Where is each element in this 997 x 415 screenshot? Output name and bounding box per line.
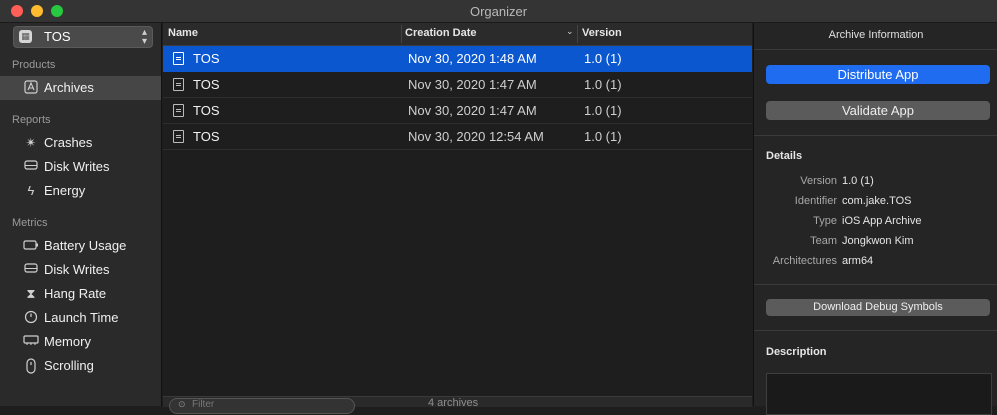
table-header: Name Creation Date ⌄ Version <box>163 23 752 46</box>
column-header-version[interactable]: Version <box>582 27 622 39</box>
table-row[interactable]: TOS Nov 30, 2020 1:47 AM 1.0 (1) <box>163 72 752 98</box>
archive-name: TOS <box>193 51 220 66</box>
detail-value-type: iOS App Archive <box>842 215 922 227</box>
sidebar-item-hang-rate[interactable]: ⧗ Hang Rate <box>0 282 161 306</box>
detail-value-version: 1.0 (1) <box>842 175 874 187</box>
description-field[interactable] <box>766 373 992 415</box>
divider <box>754 284 997 285</box>
sidebar-item-label: Disk Writes <box>44 262 110 277</box>
bolt-icon: ϟ <box>27 183 35 198</box>
filter-placeholder: Filter <box>192 399 215 410</box>
hourglass-icon: ⧗ <box>26 286 36 301</box>
detail-key-team: Team <box>810 235 837 247</box>
sidebar-item-label: Archives <box>44 80 94 95</box>
sidebar-item-label: Memory <box>44 334 91 349</box>
column-header-name[interactable]: Name <box>168 27 198 39</box>
scheme-selector-label: TOS <box>44 29 71 44</box>
inspector-panel: Archive Information Distribute App Valid… <box>753 23 997 415</box>
sidebar-item-label: Energy <box>44 183 86 198</box>
archive-icon <box>23 80 39 96</box>
archive-name: TOS <box>193 129 220 144</box>
inspector-header: Archive Information <box>754 23 997 50</box>
crash-burst-icon: ✴ <box>25 135 37 150</box>
section-products: Products <box>12 59 56 71</box>
sidebar-item-label: Launch Time <box>44 310 119 325</box>
scheme-selector[interactable]: ▦ TOS ▴ ▾ <box>13 26 153 48</box>
column-divider[interactable] <box>401 25 402 43</box>
sidebar-item-label: Disk Writes <box>44 159 110 174</box>
archive-name: TOS <box>193 103 220 118</box>
archive-document-icon <box>173 104 184 117</box>
sidebar-item-memory[interactable]: Memory <box>0 330 161 354</box>
sidebar-item-label: Crashes <box>44 135 93 150</box>
divider <box>754 330 997 331</box>
sidebar-item-label: Hang Rate <box>44 286 107 301</box>
archive-version: 1.0 (1) <box>584 103 622 118</box>
validate-app-button[interactable]: Validate App <box>766 101 990 120</box>
archive-name: TOS <box>193 77 220 92</box>
sidebar-item-disk-writes-metrics[interactable]: Disk Writes <box>0 258 161 282</box>
distribute-app-button[interactable]: Distribute App <box>766 65 990 84</box>
memory-chip-icon <box>23 334 39 350</box>
archive-date: Nov 30, 2020 1:47 AM <box>408 103 537 118</box>
table-row[interactable]: TOS Nov 30, 2020 1:47 AM 1.0 (1) <box>163 98 752 124</box>
section-reports: Reports <box>12 114 51 126</box>
section-metrics: Metrics <box>12 217 48 229</box>
sidebar-item-label: Scrolling <box>44 358 94 373</box>
archive-version: 1.0 (1) <box>584 129 622 144</box>
archive-document-icon <box>173 130 184 143</box>
disk-icon <box>23 159 39 175</box>
detail-key-identifier: Identifier <box>794 195 837 207</box>
sidebar-item-disk-writes-reports[interactable]: Disk Writes <box>0 155 161 179</box>
sidebar-item-scrolling[interactable]: Scrolling <box>0 354 161 378</box>
window-title: Organizer <box>469 4 528 19</box>
detail-key-version: Version <box>800 175 837 187</box>
sidebar-item-label: Battery Usage <box>44 238 127 253</box>
sidebar-item-launch-time[interactable]: Launch Time <box>0 306 161 330</box>
title-bar: Organizer <box>0 0 997 23</box>
download-debug-symbols-button[interactable]: Download Debug Symbols <box>766 299 990 316</box>
archive-date: Nov 30, 2020 1:48 AM <box>408 51 537 66</box>
archive-count: 4 archives <box>428 397 479 409</box>
filter-field[interactable]: ⊙ Filter <box>169 398 355 414</box>
table-footer: ⊙ Filter 4 archives <box>163 396 752 414</box>
detail-value-team: Jongkwon Kim <box>842 235 914 247</box>
sidebar-item-archives[interactable]: Archives <box>0 76 161 100</box>
details-heading: Details <box>766 150 803 162</box>
sidebar-item-battery-usage[interactable]: Battery Usage <box>0 234 161 258</box>
scroll-icon <box>23 358 39 374</box>
column-divider[interactable] <box>577 25 578 43</box>
archive-date: Nov 30, 2020 1:47 AM <box>408 77 537 92</box>
divider <box>754 135 997 136</box>
archives-table: Name Creation Date ⌄ Version TOS Nov 30,… <box>163 23 752 396</box>
battery-icon <box>23 238 39 254</box>
filter-icon: ⊙ <box>178 399 186 409</box>
archive-version: 1.0 (1) <box>584 51 622 66</box>
sort-descending-icon[interactable]: ⌄ <box>566 26 574 37</box>
archive-document-icon <box>173 52 184 65</box>
disk-icon <box>23 262 39 278</box>
sidebar-item-energy[interactable]: ϟ Energy <box>0 179 161 203</box>
sidebar-item-crashes[interactable]: ✴ Crashes <box>0 131 161 155</box>
app-icon: ▦ <box>19 30 32 43</box>
detail-value-identifier: com.jake.TOS <box>842 195 912 207</box>
table-row[interactable]: TOS Nov 30, 2020 12:54 AM 1.0 (1) <box>163 124 752 150</box>
column-header-creation-date[interactable]: Creation Date <box>405 27 477 39</box>
chevron-updown-icon: ▴ ▾ <box>141 27 147 47</box>
detail-key-type: Type <box>813 215 837 227</box>
sidebar: ▦ TOS ▴ ▾ Products Archives Reports ✴ Cra… <box>0 23 162 406</box>
archive-document-icon <box>173 78 184 91</box>
detail-key-architectures: Architectures <box>772 255 837 267</box>
inspector-title: Archive Information <box>828 29 924 41</box>
archive-version: 1.0 (1) <box>584 77 622 92</box>
description-heading: Description <box>766 346 827 358</box>
detail-value-architectures: arm64 <box>842 255 874 267</box>
table-row[interactable]: TOS Nov 30, 2020 1:48 AM 1.0 (1) <box>163 46 752 72</box>
archive-date: Nov 30, 2020 12:54 AM <box>408 129 544 144</box>
clock-icon <box>23 310 39 326</box>
